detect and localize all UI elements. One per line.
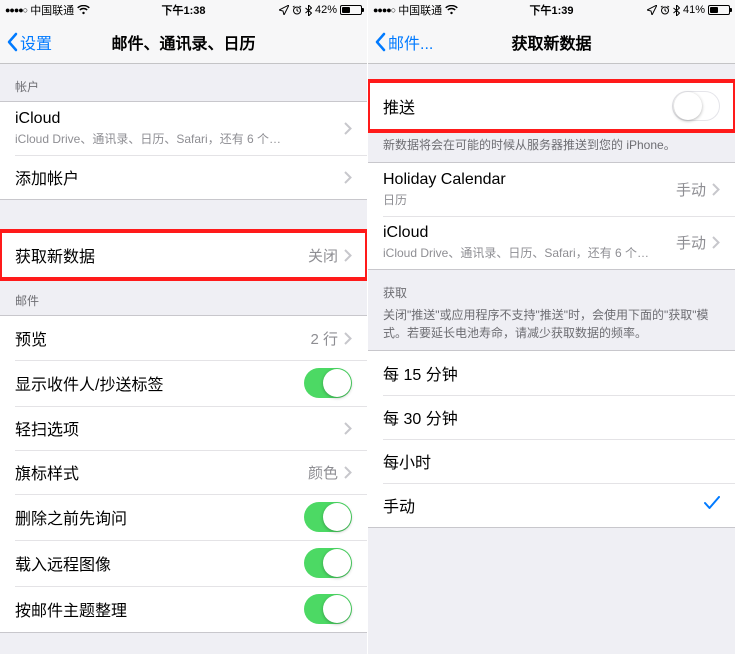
row-icloud[interactable]: iCloud iCloud Drive、通讯录、日历、Safari，还有 6 个…: [368, 216, 735, 269]
toggle-organize-by-thread[interactable]: [304, 594, 352, 624]
organize-by-thread-label: 按邮件主题整理: [15, 597, 304, 621]
swipe-options-label: 轻扫选项: [15, 416, 344, 440]
back-label: 邮件...: [388, 30, 433, 54]
chevron-right-icon: [344, 422, 352, 435]
fetch-detail: 关闭: [308, 245, 338, 266]
battery-icon: [708, 5, 730, 15]
add-account-label: 添加帐户: [15, 165, 344, 189]
row-organize-by-thread[interactable]: 按邮件主题整理: [0, 586, 367, 632]
show-to-cc-label: 显示收件人/抄送标签: [15, 371, 304, 395]
holiday-sub: 日历: [383, 191, 676, 208]
push-title: 推送: [383, 94, 672, 118]
row-fetch-new-data[interactable]: 获取新数据 关闭: [0, 233, 367, 277]
fetch-title: 获取新数据: [15, 243, 308, 267]
status-time: 下午1:39: [529, 2, 573, 18]
nav-bar: 邮件... 获取新数据: [368, 20, 735, 64]
toggle-push[interactable]: [672, 91, 720, 121]
row-manually[interactable]: 手动: [368, 483, 735, 527]
toggle-ask-before-delete[interactable]: [304, 502, 352, 532]
opt-30-label: 每 30 分钟: [383, 405, 720, 429]
flag-style-detail: 颜色: [308, 462, 338, 483]
header-accounts: 帐户: [0, 64, 367, 101]
row-flag-style[interactable]: 旗标样式 颜色: [0, 450, 367, 494]
icloud-title: iCloud: [383, 224, 676, 242]
back-button[interactable]: 邮件...: [368, 30, 433, 54]
nav-bar: 设置 邮件、通讯录、日历: [0, 20, 367, 64]
bluetooth-icon: [305, 5, 312, 16]
flag-style-title: 旗标样式: [15, 460, 308, 484]
screen-right-fetch: ●●●●○ 中国联通 下午1:39 41% 邮件... 获取新数据: [367, 0, 735, 654]
holiday-title: Holiday Calendar: [383, 171, 676, 189]
chevron-right-icon: [344, 249, 352, 262]
ask-before-delete-label: 删除之前先询问: [15, 505, 304, 529]
fetch-footer: 关闭"推送"或应用程序不支持"推送"时，会使用下面的"获取"模式。若要延长电池寿…: [368, 307, 735, 350]
holiday-detail: 手动: [676, 179, 706, 200]
battery-pct: 42%: [315, 4, 337, 16]
opt-hour-label: 每小时: [383, 449, 720, 473]
icloud-title: iCloud: [15, 110, 344, 128]
row-every-30-min[interactable]: 每 30 分钟: [368, 395, 735, 439]
carrier: 中国联通: [30, 2, 74, 18]
row-push[interactable]: 推送: [368, 83, 735, 129]
carrier: 中国联通: [398, 2, 442, 18]
opt-15-label: 每 15 分钟: [383, 361, 720, 385]
preview-detail: 2 行: [310, 328, 338, 349]
battery-icon: [340, 5, 362, 15]
status-time: 下午1:38: [161, 2, 205, 18]
toggle-show-to-cc[interactable]: [304, 368, 352, 398]
row-hourly[interactable]: 每小时: [368, 439, 735, 483]
row-icloud[interactable]: iCloud iCloud Drive、通讯录、日历、Safari，还有 6 个…: [0, 102, 367, 155]
chevron-right-icon: [344, 332, 352, 345]
icloud-sub: iCloud Drive、通讯录、日历、Safari，还有 6 个…: [383, 244, 676, 261]
chevron-right-icon: [344, 466, 352, 479]
push-footer: 新数据将会在可能的时候从服务器推送到您的 iPhone。: [368, 130, 735, 162]
battery-pct: 41%: [683, 4, 705, 16]
preview-title: 预览: [15, 326, 310, 350]
chevron-right-icon: [344, 171, 352, 184]
row-show-to-cc[interactable]: 显示收件人/抄送标签: [0, 360, 367, 406]
back-button[interactable]: 设置: [0, 30, 52, 54]
check-icon: [704, 496, 720, 515]
opt-manual-label: 手动: [383, 493, 704, 517]
chevron-right-icon: [712, 236, 720, 249]
signal-dots: ●●●●○: [5, 5, 27, 15]
status-bar: ●●●●○ 中国联通 下午1:39 41%: [368, 0, 735, 20]
signal-dots: ●●●●○: [373, 5, 395, 15]
location-icon: [279, 5, 289, 15]
row-holiday-calendar[interactable]: Holiday Calendar 日历 手动: [368, 163, 735, 216]
alarm-icon: [292, 5, 302, 15]
icloud-detail: 手动: [676, 232, 706, 253]
alarm-icon: [660, 5, 670, 15]
wifi-icon: [445, 5, 458, 15]
location-icon: [647, 5, 657, 15]
header-mail: 邮件: [0, 278, 367, 315]
row-load-remote-images[interactable]: 载入远程图像: [0, 540, 367, 586]
back-label: 设置: [20, 30, 52, 54]
row-add-account[interactable]: 添加帐户: [0, 155, 367, 199]
bluetooth-icon: [673, 5, 680, 16]
row-preview[interactable]: 预览 2 行: [0, 316, 367, 360]
status-bar: ●●●●○ 中国联通 下午1:38 42%: [0, 0, 367, 20]
toggle-load-remote-images[interactable]: [304, 548, 352, 578]
icloud-sub: iCloud Drive、通讯录、日历、Safari，还有 6 个…: [15, 130, 344, 147]
wifi-icon: [77, 5, 90, 15]
nav-title: 邮件、通讯录、日历: [0, 30, 367, 54]
row-swipe-options[interactable]: 轻扫选项: [0, 406, 367, 450]
row-every-15-min[interactable]: 每 15 分钟: [368, 351, 735, 395]
header-fetch: 获取: [368, 270, 735, 307]
chevron-right-icon: [712, 183, 720, 196]
chevron-right-icon: [344, 122, 352, 135]
row-ask-before-delete[interactable]: 删除之前先询问: [0, 494, 367, 540]
load-remote-images-label: 载入远程图像: [15, 551, 304, 575]
screen-left-settings: ●●●●○ 中国联通 下午1:38 42% 设置 邮件、通讯录、日历: [0, 0, 367, 654]
